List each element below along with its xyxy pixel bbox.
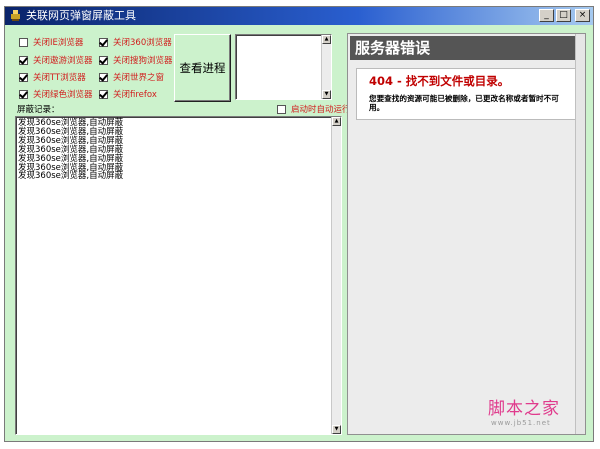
option-label: 关闭遨游浏览器	[33, 56, 93, 66]
checkbox-maxthon[interactable]	[19, 55, 28, 65]
window-title: 关联网页弹窗屏蔽工具	[26, 9, 136, 22]
down-arrow-icon[interactable]: ▼	[332, 425, 341, 434]
option-label: 关闭世界之窗	[113, 73, 165, 83]
minimize-button[interactable]: _	[539, 9, 554, 22]
checkbox-firefox[interactable]	[99, 89, 108, 99]
option-close-theworld[interactable]: 关闭世界之窗	[99, 70, 164, 84]
web-browser-panel[interactable]: 服务器错误 404 - 找不到文件或目录。 您要查找的资源可能已被删除，已更改名…	[347, 33, 586, 435]
checkbox-greenbrowser[interactable]	[19, 89, 28, 99]
log-lines: 发现360se浏览器,自动屏蔽 发现360se浏览器,自动屏蔽 发现360se浏…	[18, 119, 329, 181]
title-bar[interactable]: 关联网页弹窗屏蔽工具 _ □ ×	[5, 7, 593, 25]
error-box: 404 - 找不到文件或目录。 您要查找的资源可能已被删除，已更改名称或者暂时不…	[356, 68, 582, 120]
error-title: 404 - 找不到文件或目录。	[369, 74, 510, 88]
up-arrow-icon[interactable]: ▲	[322, 35, 331, 44]
process-list-scrollbar[interactable]: ▲ ▼	[321, 35, 331, 99]
checkbox-sogou[interactable]	[99, 55, 108, 65]
checkbox-ie[interactable]	[19, 37, 28, 47]
checkbox-tt[interactable]	[19, 72, 28, 82]
log-line: 发现360se浏览器,自动屏蔽	[18, 171, 124, 182]
checkbox-theworld[interactable]	[99, 72, 108, 82]
option-close-ie[interactable]: 关闭IE浏览器	[19, 35, 83, 49]
option-close-sogou[interactable]: 关闭搜狗浏览器	[99, 53, 173, 67]
close-button[interactable]: ×	[575, 9, 590, 22]
window-controls: _ □ ×	[539, 9, 590, 22]
autostart-option[interactable]: 启动时自动运行	[277, 102, 351, 116]
log-textbox[interactable]: 发现360se浏览器,自动屏蔽 发现360se浏览器,自动屏蔽 发现360se浏…	[15, 116, 342, 435]
option-close-greenbrowser[interactable]: 关闭绿色浏览器	[19, 87, 93, 101]
app-window: 关联网页弹窗屏蔽工具 _ □ × 关闭IE浏览器 关闭360浏览器 关闭遨游浏览…	[4, 6, 594, 442]
watermark-text: 脚本之家	[488, 399, 560, 419]
error-header: 服务器错误	[350, 36, 580, 60]
checkbox-360[interactable]	[99, 37, 108, 47]
option-label: 关闭360浏览器	[113, 38, 172, 48]
watermark: 脚本之家 www.jb51.net	[488, 394, 560, 427]
option-label: 关闭绿色浏览器	[33, 90, 93, 100]
view-process-button[interactable]: 查看进程	[174, 34, 231, 102]
option-close-360[interactable]: 关闭360浏览器	[99, 35, 172, 49]
maximize-button[interactable]: □	[556, 9, 571, 22]
log-label: 屏蔽记录：	[17, 105, 60, 115]
error-message: 您要查找的资源可能已被删除，已更改名称或者暂时不可用。	[369, 94, 559, 112]
process-list[interactable]: ▲ ▼	[235, 34, 332, 100]
watermark-url: www.jb51.net	[491, 419, 551, 427]
option-label: 关闭TT浏览器	[33, 73, 86, 83]
option-label: 关闭搜狗浏览器	[113, 56, 173, 66]
browser-scrollbar[interactable]	[575, 34, 585, 434]
option-close-firefox[interactable]: 关闭firefox	[99, 87, 157, 101]
option-close-tt[interactable]: 关闭TT浏览器	[19, 70, 86, 84]
option-close-maxthon[interactable]: 关闭遨游浏览器	[19, 53, 93, 67]
autostart-label: 启动时自动运行	[291, 105, 351, 115]
option-label: 关闭IE浏览器	[33, 38, 84, 48]
option-label: 关闭firefox	[113, 90, 157, 100]
autostart-checkbox[interactable]	[277, 104, 286, 114]
up-arrow-icon[interactable]: ▲	[332, 117, 341, 126]
log-scrollbar[interactable]: ▲ ▼	[331, 117, 341, 434]
app-icon	[11, 10, 20, 21]
down-arrow-icon[interactable]: ▼	[322, 90, 331, 99]
